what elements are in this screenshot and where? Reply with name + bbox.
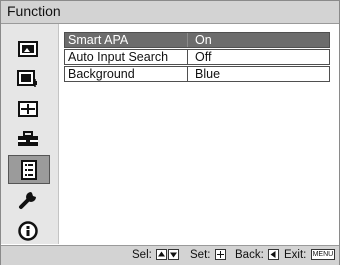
menu-row-label: Background [68, 67, 135, 81]
left-arrow-key-icon [267, 249, 279, 261]
status-select-hint: Sel: [132, 249, 180, 261]
menu-key-icon: MENU [310, 249, 336, 261]
sidebar-item-picture-adjust[interactable] [9, 66, 47, 91]
menu-row-background[interactable]: Background Blue [64, 66, 330, 82]
function-menu-window: Function Smart APA On Auto Input Search … [0, 0, 340, 265]
screen-icon [18, 100, 38, 117]
sidebar [1, 24, 59, 244]
menu-row-value: Off [195, 50, 212, 64]
menu-row-smart-apa[interactable]: Smart APA On [64, 32, 330, 48]
status-bar: Sel: Set: Back: Exit: MENU [1, 245, 339, 265]
title-bar: Function [1, 1, 339, 24]
status-select-label: Sel: [132, 249, 152, 261]
toolbox-icon [18, 130, 38, 146]
menu-row-value: Blue [195, 67, 221, 81]
sidebar-item-setup[interactable] [9, 126, 47, 151]
sidebar-item-picture[interactable] [9, 36, 47, 61]
picture-icon [18, 40, 38, 57]
menu-row-label: Auto Input Search [68, 50, 169, 64]
function-list-icon [21, 159, 37, 180]
status-back-label: Back: [235, 249, 264, 261]
menu-row-auto-input-search[interactable]: Auto Input Search Off [64, 49, 330, 65]
status-exit-hint: Exit: MENU [284, 249, 336, 261]
divider [187, 50, 188, 64]
window-title: Function [7, 3, 61, 19]
function-menu-list: Smart APA On Auto Input Search Off Backg… [64, 32, 330, 83]
sidebar-item-function[interactable] [8, 155, 50, 184]
status-set-label: Set: [190, 249, 211, 261]
wrench-icon [19, 191, 36, 209]
sidebar-item-information[interactable] [9, 218, 47, 243]
menu-row-label: Smart APA [68, 33, 129, 47]
status-set-hint: Set: [190, 249, 226, 261]
picture-adjust-icon [17, 69, 37, 87]
sidebar-item-screen[interactable] [9, 96, 47, 121]
enter-key-icon [214, 249, 226, 261]
up-arrow-key-icon [156, 249, 168, 261]
divider [187, 33, 188, 47]
status-back-hint: Back: [235, 249, 279, 261]
info-icon [18, 220, 38, 241]
divider [187, 67, 188, 81]
sidebar-item-installation[interactable] [9, 187, 47, 212]
down-arrow-key-icon [168, 249, 180, 261]
status-exit-label: Exit: [284, 249, 307, 261]
menu-row-value: On [195, 33, 212, 47]
